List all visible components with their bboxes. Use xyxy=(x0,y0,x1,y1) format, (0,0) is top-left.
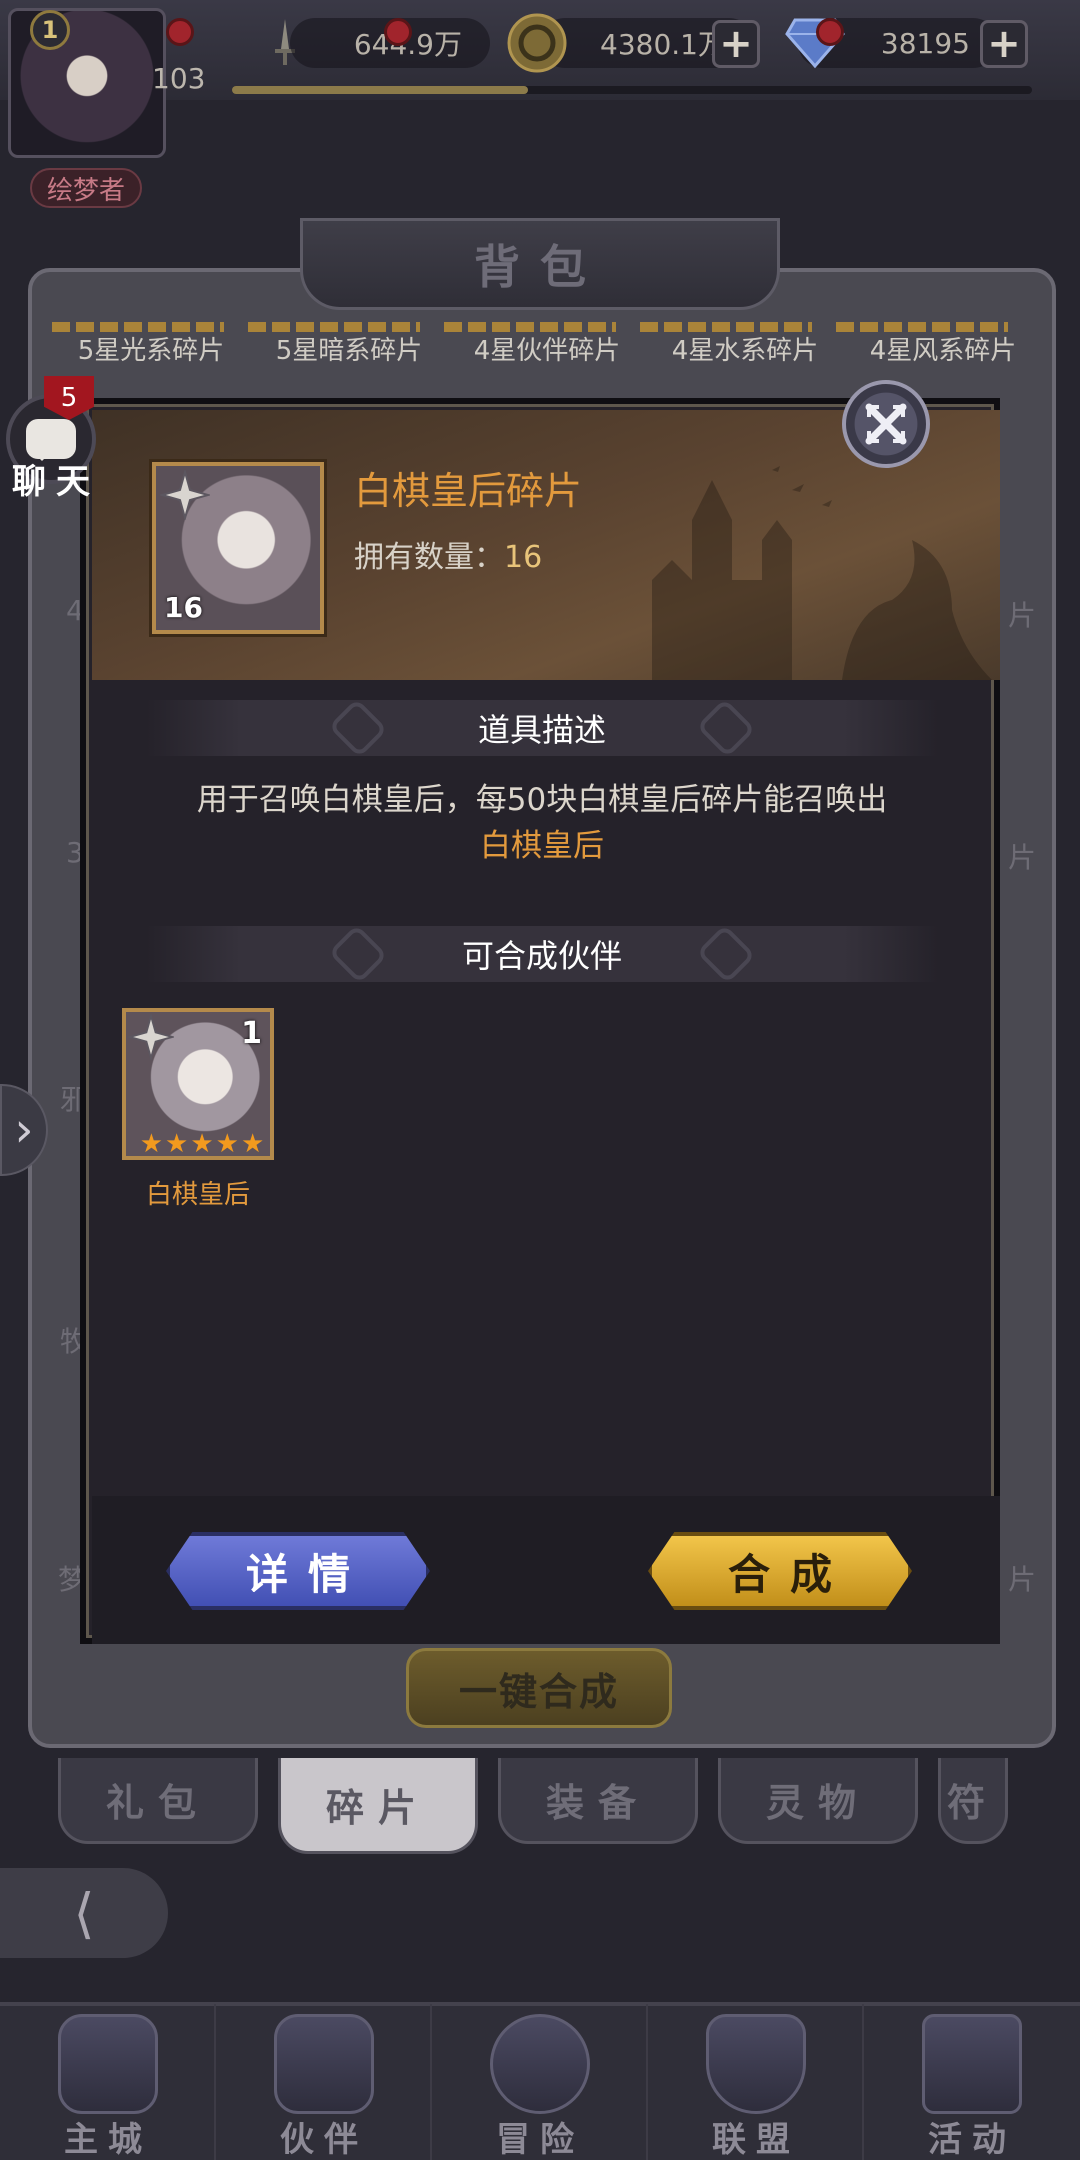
notification-dot xyxy=(384,18,412,46)
gold-coin-icon xyxy=(506,12,568,74)
nav-item-adventure[interactable]: 冒险 xyxy=(432,2004,648,2160)
notification-dot xyxy=(816,18,844,46)
nav-item-alliance[interactable]: 联盟 xyxy=(648,2004,864,2160)
exp-bar xyxy=(232,86,1032,94)
item-description: 用于召唤白棋皇后，每50块白棋皇后碎片能召唤出 白棋皇后 xyxy=(146,777,938,869)
ornament-icon xyxy=(696,924,756,984)
item-detail-modal: 16 白棋皇后碎片 拥有数量：16 道具描述 用于召唤白棋皇后，每50块白棋皇后… xyxy=(80,398,1000,1644)
ornament-icon xyxy=(328,924,388,984)
add-gold-button[interactable]: + xyxy=(712,20,760,68)
back-button[interactable]: ⟨ xyxy=(0,1868,168,1958)
item-stack-count: 16 xyxy=(164,591,203,624)
nav-item-partners[interactable]: 伙伴 xyxy=(216,2004,432,2160)
owned-quantity-value: 16 xyxy=(504,540,543,575)
star-icon: ★ xyxy=(165,1129,189,1159)
category-tabs: 礼包 碎片 装备 灵物 符 xyxy=(58,1758,1058,1854)
player-title-badge[interactable]: 绘梦者 xyxy=(30,168,142,208)
witch-hat-icon xyxy=(274,2014,374,2114)
add-gem-button[interactable]: + xyxy=(980,20,1028,68)
shield-icon xyxy=(706,2014,806,2114)
item-name: 白棋皇后碎片 xyxy=(354,469,583,513)
nav-label: 伙伴 xyxy=(280,2120,368,2160)
partner-card[interactable]: 1 ★ ★ ★ ★ ★ xyxy=(122,1008,274,1160)
owned-quantity: 拥有数量：16 xyxy=(354,532,542,576)
nav-item-events[interactable]: 活动 xyxy=(864,2004,1080,2160)
chevron-right-icon: › xyxy=(14,1102,34,1158)
partner-section-title: 可合成伙伴 xyxy=(461,937,622,975)
partner-star-rating: ★ ★ ★ ★ ★ xyxy=(126,1130,278,1158)
star-icon: ★ xyxy=(240,1129,265,1159)
nav-label: 联盟 xyxy=(712,2120,800,2160)
ornament-icon xyxy=(696,698,756,758)
cards-icon xyxy=(922,2014,1022,2114)
chat-bubble-icon xyxy=(26,419,76,461)
nav-item-main-city[interactable]: 主城 xyxy=(0,2004,216,2160)
close-modal-button[interactable] xyxy=(842,380,930,468)
bag-cell-label: 片 xyxy=(1008,1563,1037,1596)
nav-label: 活动 xyxy=(928,2120,1016,2160)
description-section-title: 道具描述 xyxy=(477,711,606,749)
close-icon xyxy=(865,403,907,445)
ornament-icon xyxy=(328,698,388,758)
star-icon: ★ xyxy=(215,1129,239,1159)
castle-icon xyxy=(58,2014,158,2114)
player-power: 103 xyxy=(152,62,206,95)
tab-spirit-items[interactable]: 灵物 xyxy=(718,1758,918,1844)
bag-title: 背包 xyxy=(474,240,606,294)
bag-title-plate: 背包 xyxy=(300,218,780,310)
description-text: 用于召唤白棋皇后，每50块白棋皇后碎片能召唤出 xyxy=(196,782,888,818)
fragment-label[interactable]: 4星水系碎片 xyxy=(646,330,844,390)
description-highlight: 白棋皇后 xyxy=(480,828,604,864)
description-section-header: 道具描述 xyxy=(146,698,938,758)
castle-silhouette-decoration xyxy=(652,466,992,680)
fragment-label[interactable]: 5星暗系碎片 xyxy=(250,330,448,390)
star-badge-icon xyxy=(128,1014,174,1060)
player-level-badge: 1 xyxy=(30,10,70,50)
bag-cell-label: 片 xyxy=(1008,841,1037,874)
tab-gift-pack[interactable]: 礼包 xyxy=(58,1758,258,1844)
item-fragment-portrait: 16 xyxy=(152,462,324,634)
notification-dot xyxy=(166,18,194,46)
owned-quantity-label: 拥有数量： xyxy=(354,540,504,575)
one-key-compose-button[interactable]: 一键合成 xyxy=(406,1648,672,1728)
partner-name: 白棋皇后 xyxy=(145,1180,250,1210)
compose-button[interactable]: 合成 xyxy=(648,1532,912,1610)
tab-runes[interactable]: 符 xyxy=(938,1758,1008,1844)
detail-button[interactable]: 详情 xyxy=(166,1532,430,1610)
star-icon: ★ xyxy=(190,1129,214,1159)
partner-section-header: 可合成伙伴 xyxy=(146,924,938,984)
fragment-label[interactable]: 4星伙伴碎片 xyxy=(448,330,646,390)
partner-level: 1 xyxy=(241,1016,262,1051)
compass-icon xyxy=(490,2014,590,2114)
star-icon: ★ xyxy=(139,1129,164,1159)
exp-bar-fill xyxy=(232,86,528,94)
star-badge-icon xyxy=(160,470,210,520)
tab-fragments[interactable]: 碎片 xyxy=(278,1758,478,1854)
bag-cell-label: 片 xyxy=(1008,599,1037,632)
nav-label: 主城 xyxy=(64,2120,152,2160)
nav-label: 冒险 xyxy=(496,2120,584,2160)
tab-equipment[interactable]: 装备 xyxy=(498,1758,698,1844)
back-arrow-icon: ⟨ xyxy=(73,1881,95,1945)
chat-label[interactable]: 聊天 xyxy=(12,454,100,503)
